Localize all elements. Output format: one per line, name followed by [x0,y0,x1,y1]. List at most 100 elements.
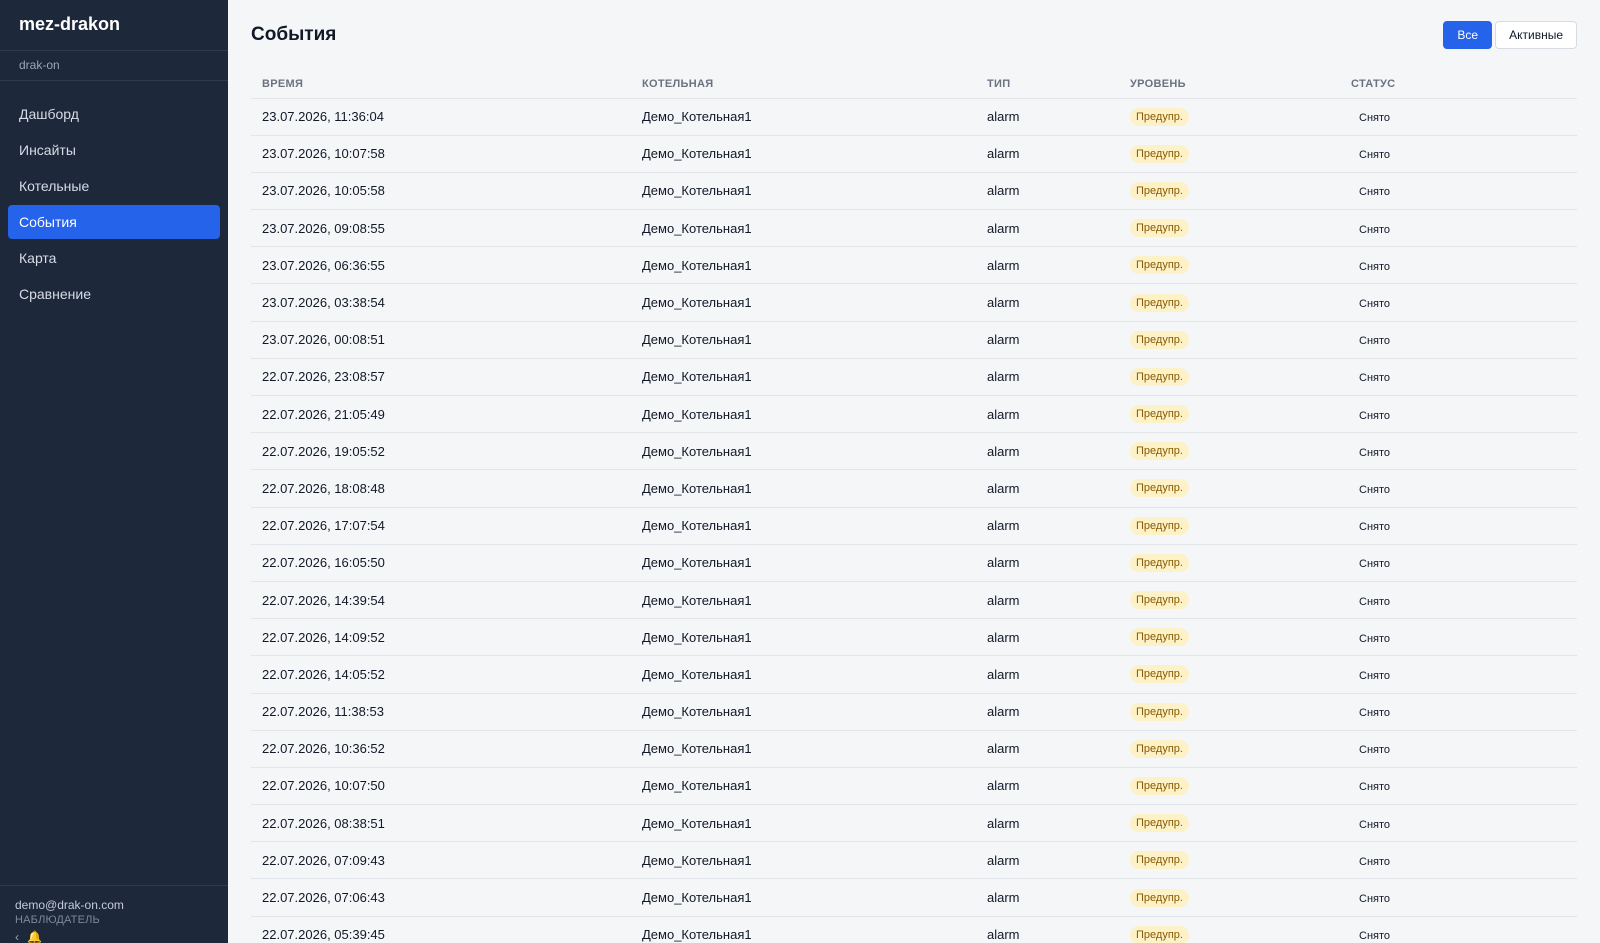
table-row[interactable]: 23.07.2026, 03:38:54 Демо_Котельная1 alarm… [251,283,1577,322]
status-text: Снято [1359,930,1391,943]
cell-type: alarm [976,804,1119,843]
cell-time: 23.07.2026, 06:36:55 [251,246,631,285]
table-row[interactable]: 22.07.2026, 16:05:50 Демо_Котельная1 alarm… [251,544,1577,582]
cell-status: Снято [1340,246,1577,285]
cell-type: alarm [976,358,1119,397]
table-row[interactable]: 22.07.2026, 18:08:48 Демо_Котельная1 alarm… [251,469,1577,508]
status-badge-level: Предупр. [1130,739,1189,758]
status-text: Снято [1359,558,1391,571]
status-text: Снято [1359,112,1391,125]
cell-level: Предупр. [1119,804,1340,843]
table-row[interactable]: 22.07.2026, 17:07:54 Демо_Котельная1 alarm… [251,507,1577,545]
table-row[interactable]: 23.07.2026, 09:08:55 Демо_Котельная1 alarm… [251,209,1577,248]
cell-time: 22.07.2026, 11:38:53 [251,693,631,731]
table-row[interactable]: 22.07.2026, 14:09:52 Демо_Котельная1 alarm… [251,618,1577,657]
page-title: События [251,24,337,45]
sidebar-item-boilers[interactable]: Котельные [8,169,220,203]
status-badge-level: Предупр. [1130,367,1189,386]
cell-time: 22.07.2026, 10:07:50 [251,767,631,806]
cell-time: 23.07.2026, 03:38:54 [251,283,631,322]
cell-time: 22.07.2026, 16:05:50 [251,544,631,582]
cell-level: Предупр. [1119,172,1340,211]
cell-type: alarm [976,283,1119,322]
table-row[interactable]: 22.07.2026, 07:09:43 Демо_Котельная1 alarm… [251,841,1577,880]
table-row[interactable]: 22.07.2026, 14:05:52 Демо_Котельная1 alarm… [251,655,1577,694]
status-text: Снято [1359,669,1391,682]
cell-time: 22.07.2026, 05:39:45 [251,916,631,943]
events-table: ВРЕМЯ КОТЕЛЬНАЯ ТИП УРОВЕНЬ СТАТУС 23.07… [251,70,1577,943]
status-text: Снято [1359,298,1391,311]
status-text: Снято [1359,372,1391,385]
cell-boiler: Демо_Котельная1 [631,544,976,582]
cell-boiler: Демо_Котельная1 [631,581,976,620]
status-text: Снято [1359,744,1391,757]
column-header-type[interactable]: ТИП [976,70,1119,99]
table-row[interactable]: 23.07.2026, 06:36:55 Демо_Котельная1 alarm… [251,246,1577,285]
cell-status: Снято [1340,804,1577,843]
table-row[interactable]: 22.07.2026, 05:39:45 Демо_Котельная1 alarm… [251,916,1577,943]
table-row[interactable]: 23.07.2026, 10:05:58 Демо_Котельная1 alarm… [251,172,1577,211]
cell-boiler: Демо_Котельная1 [631,507,976,545]
table-row[interactable]: 22.07.2026, 08:38:51 Демо_Котельная1 alarm… [251,804,1577,843]
cell-level: Предупр. [1119,655,1340,694]
status-badge-level: Предупр. [1130,293,1189,312]
cell-status: Снято [1340,544,1577,582]
status-badge-level: Предупр. [1130,442,1189,461]
filter-active-button[interactable]: Активные [1495,21,1577,49]
cell-boiler: Демо_Котельная1 [631,283,976,322]
table-row[interactable]: 23.07.2026, 11:36:04 Демо_Котельная1 alarm… [251,98,1577,136]
cell-boiler: Демо_Котельная1 [631,655,976,694]
sidebar-item-comparison[interactable]: Сравнение [8,277,220,311]
cell-time: 22.07.2026, 23:08:57 [251,358,631,397]
cell-type: alarm [976,321,1119,359]
cell-status: Снято [1340,730,1577,768]
cell-time: 22.07.2026, 10:36:52 [251,730,631,768]
status-badge-level: Предупр. [1130,814,1189,833]
cell-level: Предупр. [1119,544,1340,582]
cell-boiler: Демо_Котельная1 [631,916,976,943]
cell-status: Снято [1340,693,1577,731]
table-row[interactable]: 22.07.2026, 19:05:52 Демо_Котельная1 alarm… [251,432,1577,471]
table-row[interactable]: 23.07.2026, 00:08:51 Демо_Котельная1 alarm… [251,321,1577,359]
collapse-chevron-icon[interactable]: ‹ [15,930,19,943]
cell-time: 22.07.2026, 17:07:54 [251,507,631,545]
filter-all-button[interactable]: Все [1443,21,1493,49]
status-text: Снято [1359,632,1391,645]
status-badge-level: Предупр. [1130,851,1189,870]
cell-boiler: Демо_Котельная1 [631,135,976,173]
status-text: Снято [1359,260,1391,273]
table-row[interactable]: 23.07.2026, 10:07:58 Демо_Котельная1 alarm… [251,135,1577,173]
cell-level: Предупр. [1119,507,1340,545]
table-row[interactable]: 22.07.2026, 10:07:50 Демо_Котельная1 alarm… [251,767,1577,806]
column-header-time[interactable]: ВРЕМЯ [251,70,631,99]
sidebar-item-insights[interactable]: Инсайты [8,133,220,167]
cell-time: 23.07.2026, 09:08:55 [251,209,631,248]
cell-level: Предупр. [1119,321,1340,359]
table-row[interactable]: 22.07.2026, 14:39:54 Демо_Котельная1 alarm… [251,581,1577,620]
status-badge-level: Предупр. [1130,925,1189,943]
app-root: mez-drakon drak-on Дашборд Инсайты Котел… [0,0,1600,943]
table-row[interactable]: 22.07.2026, 11:38:53 Демо_Котельная1 alarm… [251,693,1577,731]
cell-boiler: Демо_Котельная1 [631,767,976,806]
bell-icon[interactable]: 🔔 [27,930,42,943]
status-text: Снято [1359,893,1391,906]
table-header-row: ВРЕМЯ КОТЕЛЬНАЯ ТИП УРОВЕНЬ СТАТУС [251,70,1577,99]
brand-title[interactable]: mez-drakon [0,0,228,51]
status-text: Снято [1359,521,1391,534]
table-row[interactable]: 22.07.2026, 23:08:57 Демо_Котельная1 alarm… [251,358,1577,397]
cell-boiler: Демо_Котельная1 [631,804,976,843]
table-row[interactable]: 22.07.2026, 21:05:49 Демо_Котельная1 alarm… [251,395,1577,434]
table-row[interactable]: 22.07.2026, 07:06:43 Демо_Котельная1 alarm… [251,878,1577,917]
sidebar-item-map[interactable]: Карта [8,241,220,275]
sidebar-item-dashboard[interactable]: Дашборд [8,97,220,131]
status-badge-level: Предупр. [1130,330,1189,349]
page-header: События Все Активные [251,0,1577,70]
status-text: Снято [1359,818,1391,831]
column-header-level[interactable]: УРОВЕНЬ [1119,70,1340,99]
cell-type: alarm [976,841,1119,880]
column-header-boiler[interactable]: КОТЕЛЬНАЯ [631,70,976,99]
status-badge-level: Предупр. [1130,628,1189,647]
table-row[interactable]: 22.07.2026, 10:36:52 Демо_Котельная1 alarm… [251,730,1577,768]
column-header-status[interactable]: СТАТУС [1340,70,1577,99]
sidebar-item-events[interactable]: События [8,205,220,239]
